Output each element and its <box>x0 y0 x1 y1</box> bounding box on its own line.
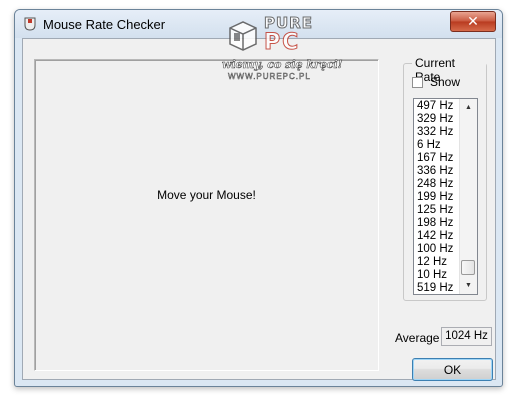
dialog-client-area: Move your Mouse! Current Rate Show 497 H… <box>22 38 496 381</box>
window-title: Mouse Rate Checker <box>43 17 166 32</box>
rate-list-items: 497 Hz 329 Hz 332 Hz 6 Hz 167 Hz 336 Hz 248 Hz… <box>417 100 461 294</box>
rate-list-item[interactable]: 332 Hz <box>417 126 461 139</box>
rate-list-item[interactable]: 12 Hz <box>417 256 461 269</box>
scroll-down-arrow-icon[interactable]: ▼ <box>460 277 477 294</box>
current-rate-group: Current Rate Show 497 Hz 329 Hz 332 Hz 6 Hz… <box>403 56 487 301</box>
watermark-url: WWW.PUREPC.PL <box>228 72 311 82</box>
mouse-tracking-area[interactable]: Move your Mouse! <box>34 59 379 371</box>
rate-list-item[interactable]: 519 Hz <box>417 282 461 294</box>
close-button[interactable]: ✕ <box>450 11 496 32</box>
rate-list-item[interactable]: 198 Hz <box>417 217 461 230</box>
rate-list-item[interactable]: 248 Hz <box>417 178 461 191</box>
watermark-brand-bottom: PC <box>263 30 301 56</box>
scroll-up-arrow-icon[interactable]: ▲ <box>460 99 477 116</box>
rate-list-item[interactable]: 10 Hz <box>417 269 461 282</box>
scroll-thumb[interactable] <box>461 260 475 275</box>
watermark-slogan: wiemy, co się kręci! <box>222 58 343 72</box>
show-checkbox[interactable] <box>412 76 423 88</box>
mouse-app-icon <box>24 17 36 31</box>
rate-list-item[interactable]: 100 Hz <box>417 243 461 256</box>
rate-list-item[interactable]: 199 Hz <box>417 191 461 204</box>
purepc-logo-cube-icon <box>229 21 257 51</box>
move-mouse-prompt: Move your Mouse! <box>157 188 256 202</box>
average-label: Average <box>395 331 440 345</box>
rate-list-item[interactable]: 6 Hz <box>417 139 461 152</box>
rate-list-item[interactable]: 336 Hz <box>417 165 461 178</box>
show-checkbox-row[interactable]: Show <box>412 75 460 89</box>
average-field: 1024 Hz <box>441 327 492 346</box>
rate-list-item[interactable]: 497 Hz <box>417 100 461 113</box>
listbox-scrollbar[interactable]: ▲ ▼ <box>459 99 477 294</box>
rate-list-item[interactable]: 142 Hz <box>417 230 461 243</box>
rate-list-item[interactable]: 125 Hz <box>417 204 461 217</box>
ok-button[interactable]: OK <box>412 358 493 381</box>
close-icon: ✕ <box>467 13 479 30</box>
show-checkbox-label[interactable]: Show <box>430 75 460 89</box>
rate-list-item[interactable]: 167 Hz <box>417 152 461 165</box>
rate-list-item[interactable]: 329 Hz <box>417 113 461 126</box>
rate-listbox[interactable]: 497 Hz 329 Hz 332 Hz 6 Hz 167 Hz 336 Hz 248 Hz… <box>413 98 478 295</box>
purepc-watermark: PURE PC wiemy, co się kręci! WWW.PUREPC.… <box>222 14 343 82</box>
